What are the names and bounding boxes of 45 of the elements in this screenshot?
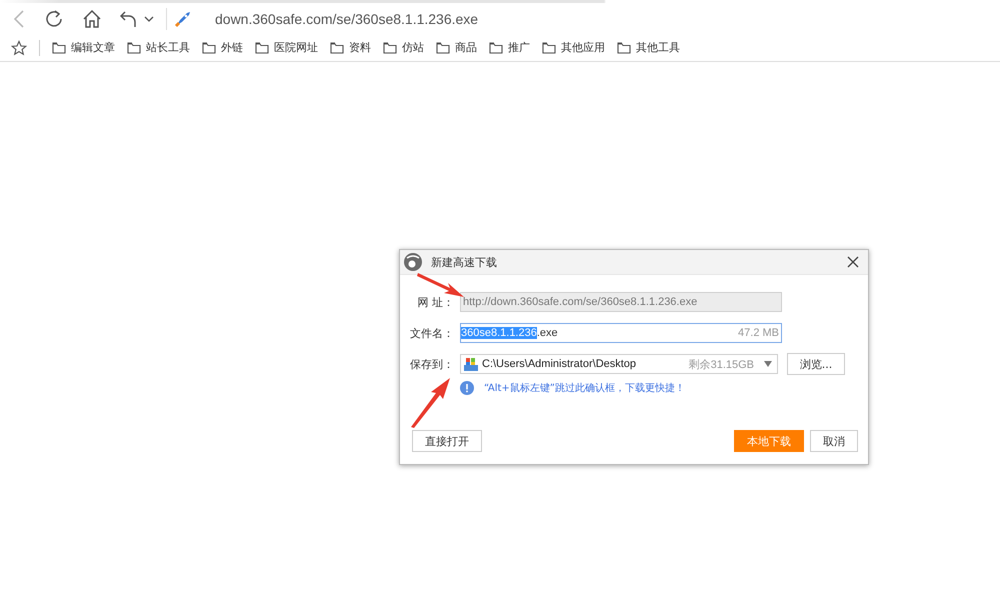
bookmark-item[interactable]: 仿站 [383, 40, 424, 55]
hint-text: “Alt+鼠标左键”跳过此确认框，下载更快捷！ [484, 382, 685, 395]
folder-icon [542, 42, 556, 54]
arrow-annotation [416, 271, 466, 299]
folder-icon [202, 42, 216, 54]
address-text[interactable]: down.360safe.com/se/360se8.1.1.236.exe [215, 10, 478, 26]
dialog-button[interactable]: 取消 [810, 430, 858, 452]
star-icon[interactable] [11, 40, 27, 56]
reload-icon[interactable] [44, 8, 64, 28]
drive-icon [463, 356, 479, 372]
save-to-label: 保存到： [409, 356, 454, 372]
filename-field[interactable]: 360se8.1.1.236.exe 47.2 MB [460, 323, 782, 343]
free-space: 剩余31.15GB [688, 358, 754, 372]
folder-icon [330, 42, 344, 54]
folder-icon [127, 42, 141, 54]
bookmark-item[interactable]: 资料 [330, 40, 371, 55]
folder-icon [383, 42, 397, 54]
folder-icon [436, 42, 450, 54]
folder-icon [617, 42, 631, 54]
browse-button[interactable]: 浏览... [787, 353, 845, 375]
home-icon[interactable] [82, 8, 102, 28]
bookmark-item[interactable]: 编辑文章 [52, 40, 115, 55]
undo-icon[interactable] [120, 8, 138, 28]
close-icon[interactable] [847, 256, 859, 268]
bookmark-item[interactable]: 其他应用 [542, 40, 605, 55]
arrow-annotation [410, 377, 452, 429]
bookmark-item[interactable]: 其他工具 [617, 40, 680, 55]
bookmark-item[interactable]: 站长工具 [127, 40, 190, 55]
info-icon [460, 381, 474, 395]
folder-icon [489, 42, 503, 54]
bookmark-item[interactable]: 外链 [202, 40, 243, 55]
caret-icon[interactable] [144, 14, 154, 22]
save-path-dropdown[interactable]: C:\Users\Administrator\Desktop 剩余31.15GB [460, 354, 778, 374]
dialog-title: 新建高速下载 [431, 254, 498, 270]
folder-icon [52, 42, 66, 54]
folder-icon [255, 42, 269, 54]
save-path: C:\Users\Administrator\Desktop [482, 358, 636, 370]
bookmark-item[interactable]: 商品 [436, 40, 477, 55]
file-size: 47.2 MB [738, 327, 779, 339]
dropdown-caret-icon[interactable] [763, 360, 773, 368]
dialog-button[interactable]: 直接打开 [412, 430, 482, 452]
filename-label: 文件名： [409, 326, 454, 340]
url-label: 网 址： [416, 294, 454, 310]
bookmark-item[interactable]: 推广 [489, 40, 530, 55]
bookmark-item[interactable]: 医院网址 [255, 40, 318, 55]
